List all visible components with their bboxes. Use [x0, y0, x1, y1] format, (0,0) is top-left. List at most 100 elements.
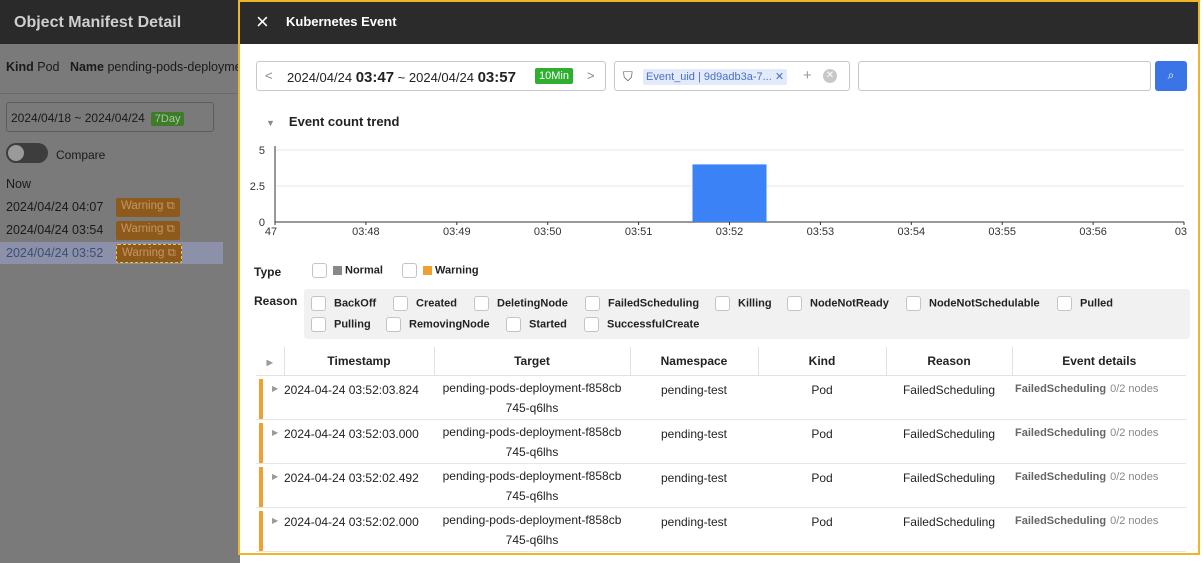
expand-icon[interactable]: ▶ [272, 516, 278, 525]
expand-all-header[interactable]: ▶ [256, 347, 284, 376]
column-header[interactable]: Kind [757, 347, 886, 376]
column-header[interactable]: Timestamp [283, 347, 434, 376]
type-warning[interactable]: Warning [402, 263, 479, 278]
chart-bar [692, 164, 767, 222]
reason-option[interactable]: NodeNotSchedulable [906, 296, 1040, 311]
warning-stripe [259, 378, 263, 419]
reason-option[interactable]: Killing [715, 296, 772, 311]
event-count-chart: 52.5047 03:48 03:49 03:50 03:51 03:52 03:53 03:… [250, 145, 1188, 238]
checkbox[interactable] [585, 296, 600, 311]
reason-option[interactable]: DeletingNode [474, 296, 568, 311]
compare-toggle[interactable] [6, 143, 48, 163]
namespace-cell: pending-test [630, 463, 758, 508]
reason-option[interactable]: Started [506, 317, 567, 332]
reason-option[interactable]: NodeNotReady [787, 296, 889, 311]
collapse-icon[interactable]: ▼ [266, 118, 275, 128]
table-row[interactable]: ▶ 2024-04-24 03:52:02.000 pending-pods-d… [256, 507, 1186, 552]
column-header[interactable]: Event details [1011, 347, 1186, 376]
target-line: 745-q6lhs [505, 532, 559, 547]
normal-swatch [333, 266, 342, 275]
warning-swatch [423, 266, 432, 275]
end-time: 03:57 [477, 69, 516, 86]
reason-text: FailedScheduling [608, 297, 700, 310]
events-table: ▶ Timestamp Target Namespace Kind Reason… [256, 347, 1186, 552]
checkbox[interactable] [386, 317, 401, 332]
next-range-button[interactable]: > [587, 68, 595, 83]
checkbox[interactable] [311, 296, 326, 311]
reason-option[interactable]: SuccessfulCreate [584, 317, 699, 332]
reason-option[interactable]: Pulling [311, 317, 371, 332]
reason-text: BackOff [334, 297, 377, 310]
table-row[interactable]: ▶ 2024-04-24 03:52:02.492 pending-pods-d… [256, 463, 1186, 508]
search-button[interactable]: ⌕ [1155, 61, 1187, 91]
reason-option[interactable]: Pulled [1057, 296, 1113, 311]
table-row[interactable]: ▶ 2024-04-24 03:52:03.000 pending-pods-d… [256, 419, 1186, 464]
checkbox[interactable] [1057, 296, 1072, 311]
date-range-text: 2024/04/18 ~ 2024/04/24 [11, 111, 145, 125]
event-history-row[interactable]: 2024/04/24 03:54 Warning ⧉ [0, 219, 223, 241]
details-cell: FailedScheduling 0/2 nodes [1012, 419, 1186, 464]
checkbox[interactable] [393, 296, 408, 311]
x-tick-label: 03:56 [1079, 226, 1107, 238]
x-tick-label: 03:53 [807, 226, 835, 238]
trend-section-header[interactable]: ▼ Event count trend [266, 114, 399, 129]
filter-box[interactable]: ⛉ Event_uid | 9d9adb3a-7... ✕ + ✕ [614, 61, 850, 91]
expand-icon[interactable]: ▶ [267, 358, 273, 367]
reason-option[interactable]: BackOff [311, 296, 376, 311]
event-time: 2024/04/24 04:07 [6, 200, 104, 214]
event-time: 2024/04/24 03:52 [6, 246, 104, 260]
range-duration-pill: 10Min [535, 68, 573, 84]
details-message: 0/2 nodes [1110, 514, 1159, 527]
table-row[interactable]: ▶ 2024-04-24 03:52:03.824 pending-pods-d… [256, 375, 1186, 420]
target-cell: pending-pods-deployment-f858cb 745-q6lhs [434, 463, 630, 508]
target-cell: pending-pods-deployment-f858cb 745-q6lhs [434, 375, 630, 420]
x-tick-label: 03:55 [988, 226, 1016, 238]
kind-cell: Pod [758, 375, 886, 420]
reason-text: DeletingNode [497, 297, 568, 310]
column-header[interactable]: Reason [885, 347, 1012, 376]
timestamp-cell: 2024-04-24 03:52:03.824 [284, 375, 434, 420]
reason-text: Created [416, 297, 457, 310]
checkbox[interactable] [312, 263, 327, 278]
x-tick-label: 03:49 [443, 226, 471, 238]
column-header[interactable]: Target [433, 347, 630, 376]
event-history-row[interactable]: 2024/04/24 04:07 Warning ⧉ [0, 196, 223, 218]
x-tick-label: 03:48 [352, 226, 380, 238]
time-range-picker[interactable]: < 2024/04/24 03:47 ~ 2024/04/24 03:57 10… [256, 61, 606, 91]
clear-filter-icon[interactable]: ✕ [823, 69, 837, 83]
reason-text: Pulling [334, 318, 371, 331]
type-normal[interactable]: Normal [312, 263, 383, 278]
kubernetes-event-modal: × Kubernetes Event < 2024/04/24 03:47 ~ … [238, 0, 1200, 555]
reason-option[interactable]: RemovingNode [386, 317, 490, 332]
search-input[interactable] [858, 61, 1151, 91]
warning-badge[interactable]: Warning ⧉ [116, 221, 180, 240]
add-filter-icon[interactable]: + [803, 67, 812, 84]
checkbox[interactable] [474, 296, 489, 311]
warning-badge[interactable]: Warning ⧉ [116, 244, 182, 263]
date-range-picker[interactable]: 2024/04/18 ~ 2024/04/24 7Day [6, 102, 214, 132]
warning-badge[interactable]: Warning ⧉ [116, 198, 180, 217]
reason-option[interactable]: Created [393, 296, 457, 311]
checkbox[interactable] [311, 317, 326, 332]
x-tick-label: 03:50 [534, 226, 562, 238]
event-history-row-selected[interactable]: 2024/04/24 03:52 Warning ⧉ [0, 242, 223, 264]
range-pill: 7Day [150, 112, 185, 126]
reason-text: RemovingNode [409, 318, 490, 331]
expand-icon[interactable]: ▶ [272, 428, 278, 437]
details-cell: FailedScheduling 0/2 nodes [1012, 507, 1186, 552]
checkbox[interactable] [906, 296, 921, 311]
filter-chip[interactable]: Event_uid | 9d9adb3a-7... ✕ [643, 69, 788, 85]
close-icon[interactable]: × [256, 11, 269, 33]
expand-icon[interactable]: ▶ [272, 384, 278, 393]
reason-option[interactable]: FailedScheduling [585, 296, 699, 311]
search-icon: ⌕ [1167, 68, 1175, 82]
checkbox[interactable] [402, 263, 417, 278]
checkbox[interactable] [787, 296, 802, 311]
expand-icon[interactable]: ▶ [272, 472, 278, 481]
checkbox[interactable] [584, 317, 599, 332]
compare-label: Compare [56, 148, 106, 162]
checkbox[interactable] [715, 296, 730, 311]
column-header[interactable]: Namespace [629, 347, 758, 376]
checkbox[interactable] [506, 317, 521, 332]
prev-range-button[interactable]: < [265, 68, 273, 83]
